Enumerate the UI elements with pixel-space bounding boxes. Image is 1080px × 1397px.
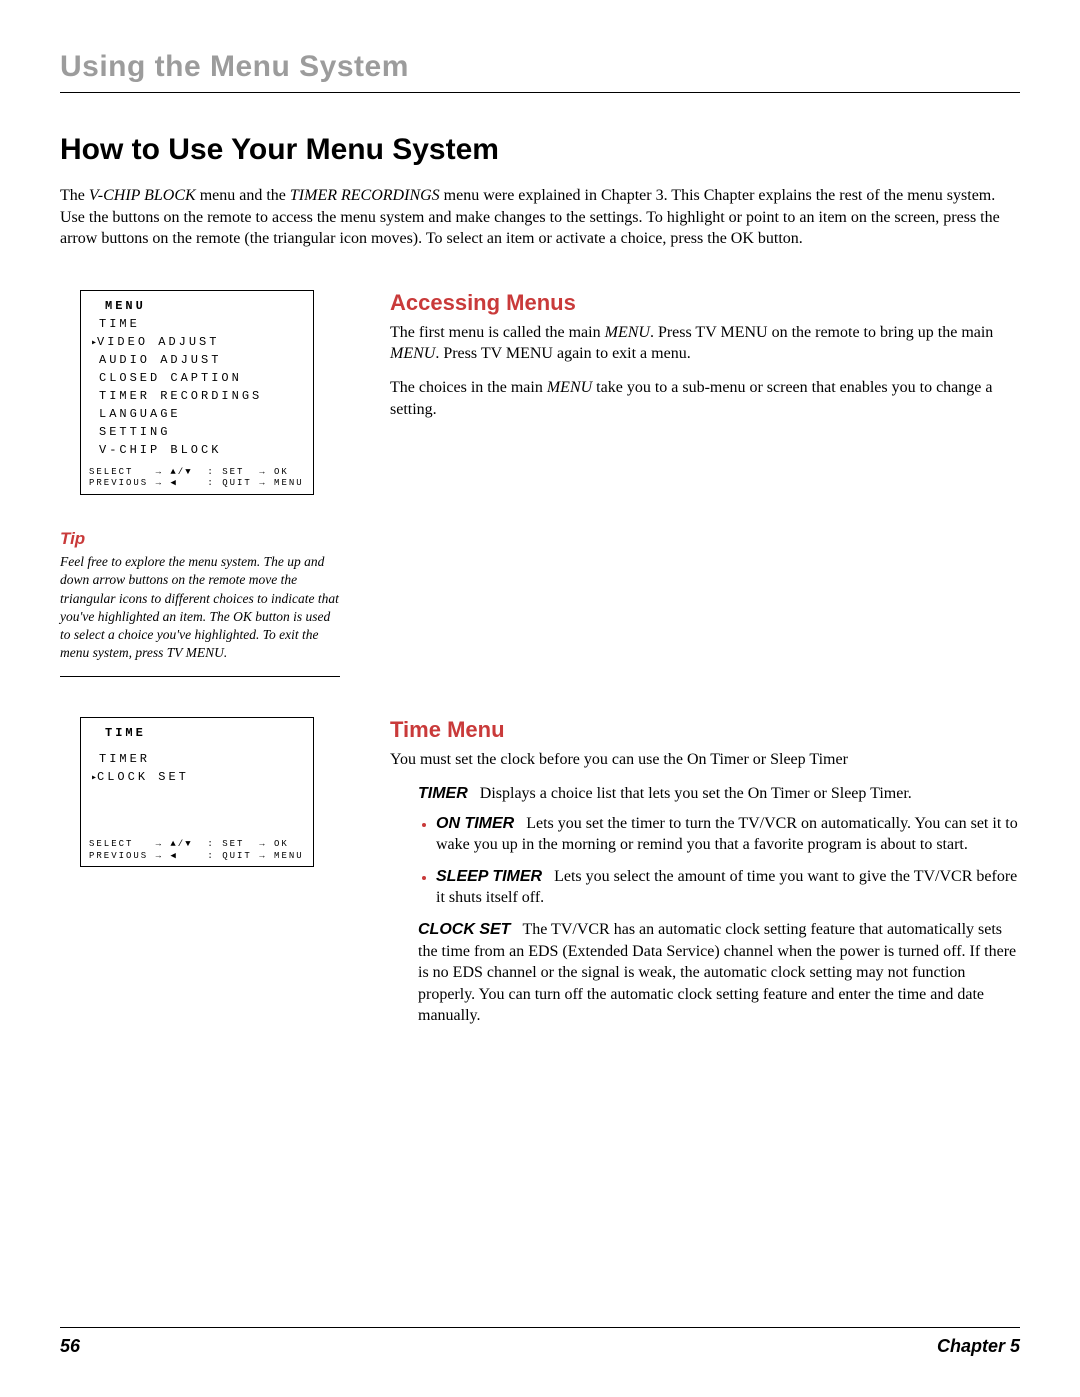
osd-footer: SELECT → ▲/▼ : SET → OK PREVIOUS → ◀ : Q…	[89, 839, 304, 862]
intro-paragraph: The V-CHIP BLOCK menu and the TIMER RECO…	[60, 185, 1020, 250]
osd-item: TIMER	[99, 750, 305, 768]
accessing-heading: Accessing Menus	[390, 290, 1020, 316]
list-item: ON TIMER Lets you set the timer to turn …	[436, 813, 1020, 856]
tip-rule	[60, 676, 340, 677]
osd-item: VIDEO ADJUST	[99, 333, 305, 351]
osd-item: V-CHIP BLOCK	[99, 441, 305, 459]
accessing-p2: The choices in the main MENU take you to…	[390, 377, 1020, 420]
list-item: SLEEP TIMER Lets you select the amount o…	[436, 866, 1020, 909]
time-menu-heading: Time Menu	[390, 717, 1020, 743]
osd-items: TIMERCLOCK SET	[89, 750, 305, 786]
header-rule	[60, 92, 1020, 93]
osd-time-menu: TIME TIMERCLOCK SET SELECT → ▲/▼ : SET →…	[80, 717, 314, 867]
osd-item: CLOSED CAPTION	[99, 369, 305, 387]
page-footer: 56 Chapter 5	[60, 1327, 1020, 1357]
osd-footer: SELECT → ▲/▼ : SET → OK PREVIOUS → ◀ : Q…	[89, 467, 305, 490]
osd-item: TIME	[99, 315, 305, 333]
osd-item: CLOCK SET	[99, 768, 305, 786]
section-title: How to Use Your Menu System	[60, 133, 1020, 167]
osd-item: SETTING	[99, 423, 305, 441]
tip-body: Feel free to explore the menu system. Th…	[60, 553, 340, 662]
running-header: Using the Menu System	[60, 50, 1020, 84]
osd-item: LANGUAGE	[99, 405, 305, 423]
osd-item: AUDIO ADJUST	[99, 351, 305, 369]
page-number: 56	[60, 1336, 80, 1357]
osd-title: MENU	[105, 297, 305, 315]
tip-heading: Tip	[60, 529, 340, 549]
accessing-p1: The first menu is called the main MENU. …	[390, 322, 1020, 365]
time-menu-intro: You must set the clock before you can us…	[390, 749, 1020, 771]
timer-bullets: ON TIMER Lets you set the timer to turn …	[418, 813, 1020, 909]
row-time-menu: TIME TIMERCLOCK SET SELECT → ▲/▼ : SET →…	[60, 717, 1020, 1035]
osd-item: TIMER RECORDINGS	[99, 387, 305, 405]
osd-main-menu: MENU TIMEVIDEO ADJUSTAUDIO ADJUSTCLOSED …	[80, 290, 314, 495]
clockset-desc: CLOCK SET The TV/VCR has an automatic cl…	[418, 919, 1020, 1027]
osd-items: TIMEVIDEO ADJUSTAUDIO ADJUSTCLOSED CAPTI…	[89, 315, 305, 459]
footer-rule	[60, 1327, 1020, 1328]
chapter-label: Chapter 5	[937, 1336, 1020, 1357]
osd-title: TIME	[105, 724, 305, 742]
timer-desc: TIMER Displays a choice list that lets y…	[418, 783, 1020, 805]
row-accessing: MENU TIMEVIDEO ADJUSTAUDIO ADJUSTCLOSED …	[60, 290, 1020, 678]
